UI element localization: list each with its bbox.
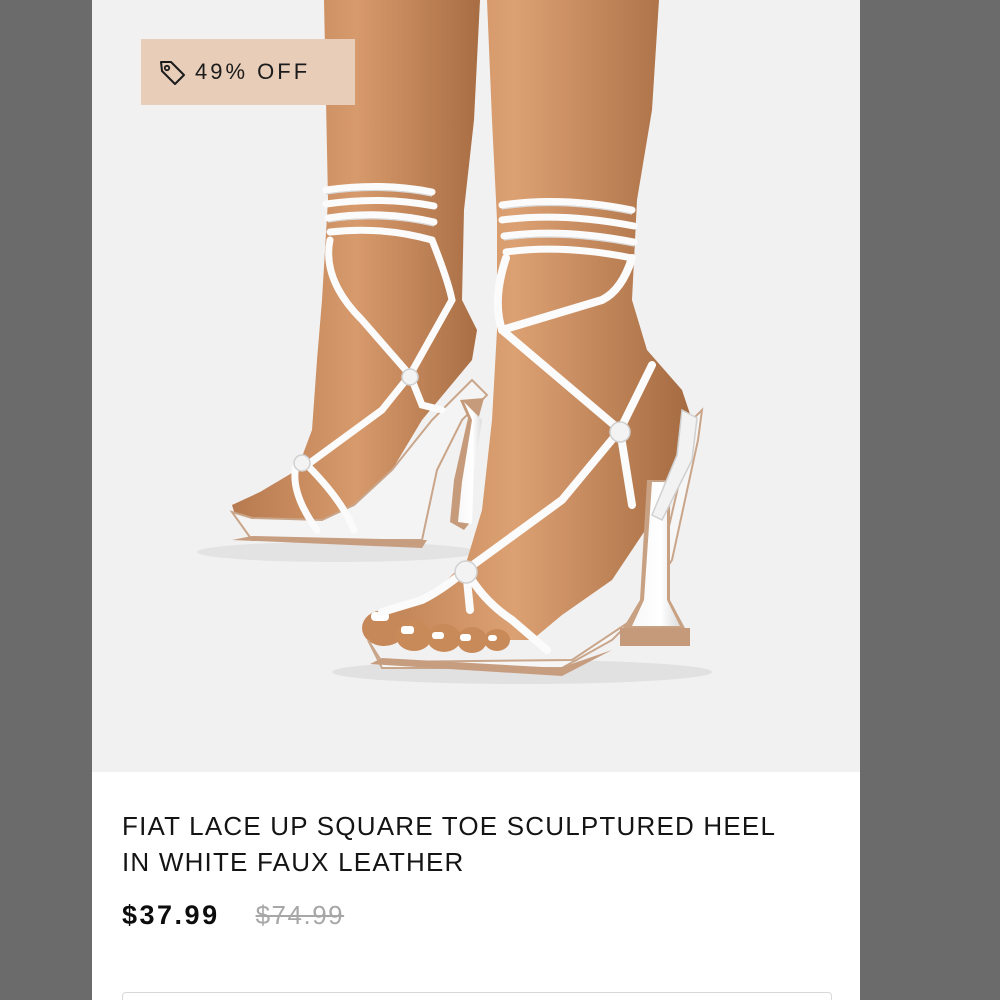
sandals-photo <box>197 0 712 684</box>
next-card-edge <box>122 992 832 1000</box>
price-tag-icon <box>157 57 187 87</box>
current-price: $37.99 <box>122 900 220 930</box>
product-title-line-1[interactable]: FIAT LACE UP SQUARE TOE SCULPTURED HEEL <box>122 811 776 841</box>
product-card[interactable]: 49% OFF FIAT LACE UP SQUARE TOE SCULPTUR… <box>92 0 860 1000</box>
product-info: FIAT LACE UP SQUARE TOE SCULPTURED HEEL … <box>122 808 842 931</box>
discount-text: 49% OFF <box>195 59 311 84</box>
price-row: $37.99 $74.99 <box>122 900 842 931</box>
product-title-line-2[interactable]: IN WHITE FAUX LEATHER <box>122 847 465 877</box>
original-price: $74.99 <box>255 900 345 930</box>
discount-badge: 49% OFF <box>141 39 355 105</box>
product-image[interactable]: 49% OFF <box>92 0 860 772</box>
product-title[interactable]: FIAT LACE UP SQUARE TOE SCULPTURED HEEL … <box>122 808 842 880</box>
